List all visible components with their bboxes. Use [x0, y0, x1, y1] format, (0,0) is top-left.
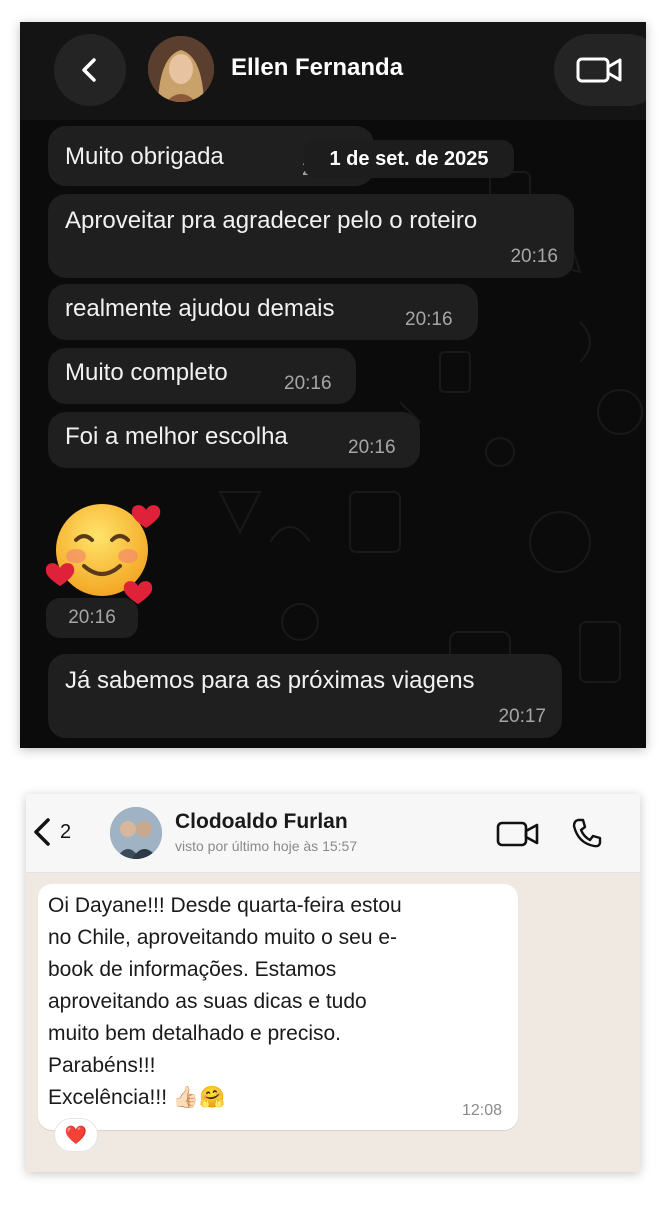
- video-camera-icon: [576, 57, 622, 83]
- avatar-photo: [110, 807, 162, 859]
- message-text: Muito obrigada: [65, 143, 224, 170]
- message-bubble[interactable]: Foi a melhor escolha 20:16: [48, 412, 420, 468]
- message-time: 20:16: [284, 373, 332, 394]
- heart-reaction[interactable]: ❤️: [54, 1118, 98, 1152]
- video-call-button[interactable]: [496, 820, 540, 853]
- video-camera-icon: [496, 821, 539, 847]
- last-seen-status: visto por último hoje às 15:57: [175, 838, 358, 854]
- chat-screenshot-dark: Ellen Fernanda Muito obrigada 2 1 de set…: [20, 22, 646, 748]
- emoji-sticker: [45, 504, 161, 604]
- message-bubble[interactable]: realmente ajudou demais 20:16: [48, 284, 478, 340]
- back-chevron-icon: [82, 58, 96, 82]
- message-time: 20:16: [348, 437, 396, 458]
- message-time: 20:17: [498, 706, 546, 727]
- back-button[interactable]: [54, 34, 126, 106]
- message-text: Já sabemos para as próximas viagens: [65, 667, 475, 694]
- message-bubble[interactable]: Muito completo 20:16: [48, 348, 356, 404]
- message-bubble[interactable]: Já sabemos para as próximas viagens 20:1…: [48, 654, 562, 738]
- phone-icon: [572, 818, 602, 848]
- message-time: 20:16: [510, 246, 558, 267]
- unread-count[interactable]: 2: [60, 821, 71, 844]
- message-time: 20:16: [46, 598, 138, 638]
- avatar[interactable]: [148, 36, 214, 102]
- date-separator: 1 de set. de 2025: [304, 140, 514, 178]
- contact-name[interactable]: Ellen Fernanda: [231, 54, 403, 82]
- voice-call-button[interactable]: [570, 816, 604, 855]
- message-time: 12:08: [461, 1102, 502, 1119]
- message-text: Foi a melhor escolha: [65, 423, 288, 450]
- message-time: 20:16: [405, 309, 453, 330]
- chat-screenshot-light: 2 Clodoaldo Furlan visto por último hoje…: [26, 794, 640, 1172]
- contact-name[interactable]: Clodoaldo Furlan: [175, 810, 348, 834]
- video-call-button[interactable]: [554, 34, 646, 106]
- message-text: Aproveitar pra agradecer pelo o roteiro: [65, 207, 478, 234]
- back-button[interactable]: [30, 812, 56, 857]
- message-text: Muito completo: [65, 359, 228, 386]
- message-bubble[interactable]: Oi Dayane!!! Desde quarta-feira estou no…: [38, 884, 518, 1130]
- heart-icon: ❤️: [64, 1124, 88, 1145]
- back-chevron-icon: [34, 818, 50, 846]
- message-bubble[interactable]: Aproveitar pra agradecer pelo o roteiro …: [48, 194, 574, 278]
- smiling-face-with-hearts-icon[interactable]: [45, 490, 166, 610]
- message-text: realmente ajudou demais: [65, 295, 335, 322]
- avatar[interactable]: [110, 807, 162, 859]
- avatar-photo: [148, 36, 214, 102]
- message-text: Oi Dayane!!! Desde quarta-feira estou no…: [48, 894, 402, 1109]
